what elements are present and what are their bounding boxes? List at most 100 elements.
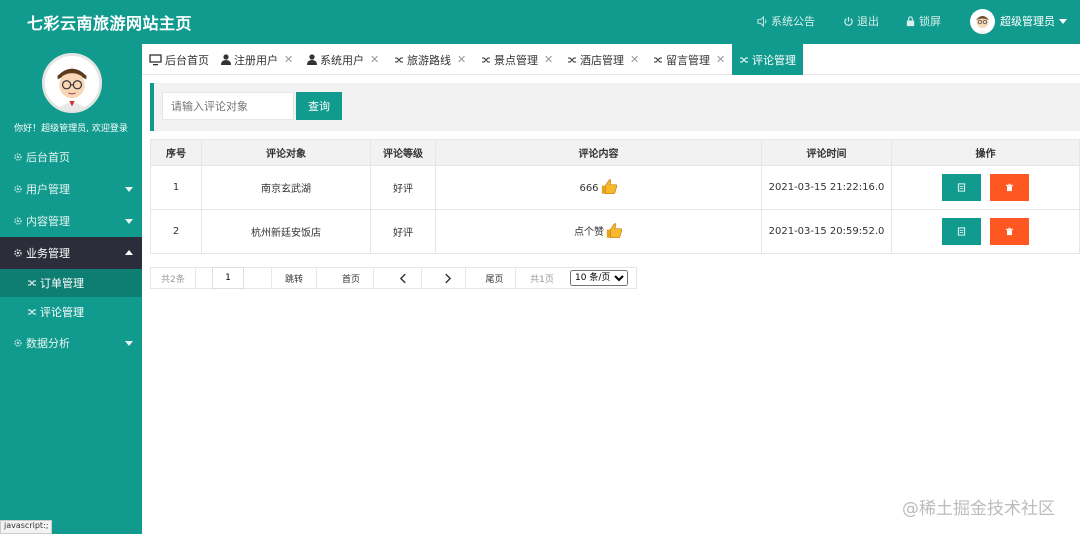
tab-label: 系统用户 bbox=[320, 53, 364, 67]
table-header-row: 序号 评论对象 评论等级 评论内容 评论时间 操作 bbox=[150, 139, 1080, 166]
pager-prev-button[interactable] bbox=[386, 268, 422, 288]
sidebar-item-users[interactable]: 用户管理 bbox=[0, 173, 142, 205]
pager-next-button[interactable] bbox=[430, 268, 466, 288]
pager-jump-button[interactable]: 跳转 bbox=[272, 268, 317, 288]
trash-icon bbox=[1005, 227, 1014, 236]
shuffle-icon bbox=[653, 55, 663, 65]
chevron-down-icon bbox=[1059, 18, 1067, 24]
pager-size-wrap: 10 条/页 bbox=[568, 268, 636, 288]
gear-icon bbox=[13, 152, 23, 162]
trash-icon bbox=[1005, 183, 1014, 192]
search-input[interactable] bbox=[162, 92, 294, 120]
notice-label: 系统公告 bbox=[771, 15, 815, 28]
tab-travel-routes[interactable]: 旅游路线 ✕ bbox=[394, 44, 466, 75]
pager-first-button[interactable]: 首页 bbox=[329, 268, 374, 288]
close-icon[interactable]: ✕ bbox=[370, 53, 379, 66]
sidebar-subitem-orders[interactable]: 订单管理 bbox=[0, 269, 142, 297]
welcome-text: 你好！超级管理员, 欢迎登录 bbox=[14, 124, 128, 134]
tab-messages[interactable]: 留言管理 ✕ bbox=[653, 44, 725, 75]
chevron-up-icon bbox=[125, 250, 133, 255]
tab-scenic-spots[interactable]: 景点管理 ✕ bbox=[481, 44, 553, 75]
admin-menu[interactable]: 超级管理员 bbox=[1000, 13, 1067, 29]
edit-button[interactable] bbox=[942, 174, 981, 201]
close-icon[interactable]: ✕ bbox=[716, 53, 725, 66]
comment-content-cell: 666 bbox=[435, 165, 762, 210]
lock-icon bbox=[906, 15, 915, 26]
tab-label: 后台首页 bbox=[165, 53, 209, 67]
sidebar-item-business[interactable]: 业务管理 bbox=[0, 237, 142, 269]
close-icon[interactable]: ✕ bbox=[284, 53, 293, 66]
gear-icon bbox=[13, 338, 23, 348]
search-button[interactable]: 查询 bbox=[296, 92, 342, 120]
sidebar-item-analytics[interactable]: 数据分析 bbox=[0, 327, 142, 359]
sidebar-item-home[interactable]: 后台首页 bbox=[0, 141, 142, 173]
pagination: 共2条 跳转 首页 尾页 共1页 10 条/页 bbox=[150, 266, 637, 289]
comment-time: 2021-03-15 21:22:16.0 bbox=[761, 165, 892, 210]
user-icon bbox=[307, 54, 317, 65]
pager-spacer bbox=[466, 268, 474, 288]
comment-target: 杭州新廷安饭店 bbox=[201, 209, 371, 254]
pager-last-button[interactable]: 尾页 bbox=[474, 268, 516, 288]
sidebar-item-label: 业务管理 bbox=[26, 247, 70, 260]
pager-spacer bbox=[422, 268, 430, 288]
chevron-down-icon bbox=[125, 187, 133, 192]
thumbs-up-icon bbox=[600, 178, 618, 198]
edit-button[interactable] bbox=[942, 218, 981, 245]
sidebar-subitem-label: 订单管理 bbox=[40, 277, 84, 290]
row-number: 1 bbox=[150, 165, 202, 210]
chevron-right-icon bbox=[445, 273, 451, 283]
tab-label: 评论管理 bbox=[752, 53, 796, 67]
tab-hotels[interactable]: 酒店管理 ✕ bbox=[567, 44, 639, 75]
user-icon bbox=[221, 54, 231, 65]
operations-cell bbox=[891, 165, 1080, 210]
tab-registered-users[interactable]: 注册用户 ✕ bbox=[221, 44, 293, 75]
pager-total: 共2条 bbox=[151, 268, 196, 288]
tab-system-users[interactable]: 系统用户 ✕ bbox=[307, 44, 379, 75]
page-size-select[interactable]: 10 条/页 bbox=[570, 270, 628, 286]
tab-comments[interactable]: 评论管理 bbox=[732, 44, 803, 75]
pager-input-wrap bbox=[196, 266, 260, 289]
notice-link[interactable]: 系统公告 bbox=[757, 13, 815, 29]
gear-icon bbox=[13, 216, 23, 226]
close-icon[interactable]: ✕ bbox=[544, 53, 553, 66]
shuffle-icon bbox=[481, 55, 491, 65]
profile-avatar bbox=[42, 53, 102, 113]
column-header: 操作 bbox=[891, 139, 1080, 166]
lock-label: 锁屏 bbox=[919, 15, 941, 28]
table-row: 1 南京玄武湖 好评 666 2021-03-15 21:22:16.0 bbox=[150, 165, 1080, 210]
chevron-left-icon bbox=[400, 273, 406, 283]
chevron-down-icon bbox=[125, 219, 133, 224]
lock-screen-link[interactable]: 锁屏 bbox=[905, 13, 941, 29]
column-header: 序号 bbox=[150, 139, 202, 166]
delete-button[interactable] bbox=[990, 174, 1029, 201]
edit-icon bbox=[957, 227, 966, 236]
pager-pages: 共1页 bbox=[530, 274, 554, 285]
gear-icon bbox=[13, 184, 23, 194]
close-icon[interactable]: ✕ bbox=[457, 53, 466, 66]
tab-home[interactable]: 后台首页 bbox=[149, 44, 209, 75]
sidebar-item-label: 用户管理 bbox=[26, 183, 70, 196]
column-header: 评论时间 bbox=[761, 139, 892, 166]
sidebar-item-content[interactable]: 内容管理 bbox=[0, 205, 142, 237]
sidebar-subitem-comments[interactable]: 评论管理 bbox=[0, 298, 142, 326]
top-header: 七彩云南旅游网站主页 系统公告 退出 锁屏 超级管理员 bbox=[0, 0, 1080, 44]
tab-label: 酒店管理 bbox=[580, 53, 624, 67]
comment-content-cell: 点个赞 bbox=[435, 209, 762, 254]
comment-target: 南京玄武湖 bbox=[201, 165, 371, 210]
pager-spacer bbox=[260, 268, 272, 288]
shuffle-icon bbox=[567, 55, 577, 65]
page-number-input[interactable] bbox=[212, 266, 244, 289]
sidebar: 你好！超级管理员, 欢迎登录 后台首页 用户管理 内容管理 业务管理 订单管理 … bbox=[0, 44, 142, 534]
pager-spacer bbox=[374, 268, 386, 288]
comments-table: 序号 评论对象 评论等级 评论内容 评论时间 操作 1 南京玄武湖 好评 666… bbox=[150, 139, 1080, 254]
comment-time: 2021-03-15 20:59:52.0 bbox=[761, 209, 892, 254]
site-title: 七彩云南旅游网站主页 bbox=[27, 14, 193, 33]
logout-link[interactable]: 退出 bbox=[843, 13, 879, 29]
user-avatar[interactable] bbox=[970, 9, 995, 34]
watermark: @稀土掘金技术社区 bbox=[902, 499, 1055, 519]
pager-spacer bbox=[317, 268, 329, 288]
close-icon[interactable]: ✕ bbox=[630, 53, 639, 66]
sidebar-item-label: 内容管理 bbox=[26, 215, 70, 228]
delete-button[interactable] bbox=[990, 218, 1029, 245]
operations-cell bbox=[891, 209, 1080, 254]
